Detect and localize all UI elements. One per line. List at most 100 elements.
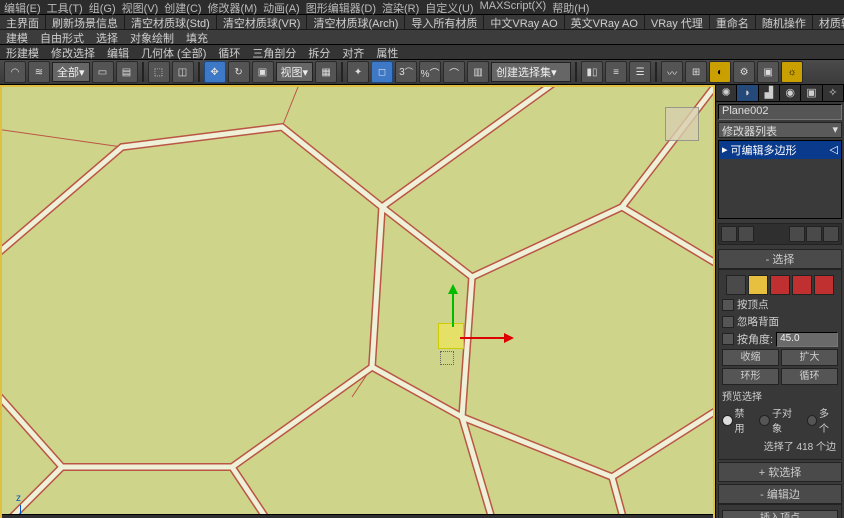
spinner-snap-icon[interactable]: ⌒	[443, 61, 465, 83]
preview-subobj-radio[interactable]	[759, 415, 770, 426]
ring-button[interactable]: 环形	[722, 368, 779, 385]
border-mode-icon[interactable]	[770, 275, 790, 295]
sub-item[interactable]: 对象绘制	[124, 30, 180, 44]
topmenu-item[interactable]: 渲染(R)	[382, 0, 419, 14]
by-vertex-checkbox[interactable]	[722, 299, 734, 311]
tabs-item[interactable]: 重命名	[710, 15, 756, 29]
preview-off-radio[interactable]	[722, 415, 733, 426]
selection-rollout[interactable]: - 选择	[718, 249, 842, 269]
modifier-list-combo[interactable]: 修改器列表▾	[718, 122, 842, 138]
tabs-item[interactable]: 随机操作	[756, 15, 813, 29]
named-sel-combo[interactable]: 创建选择集 ▾	[491, 62, 571, 82]
grow-button[interactable]: 扩大	[781, 349, 838, 366]
vertex-mode-icon[interactable]	[726, 275, 746, 295]
make-unique-icon[interactable]	[789, 226, 805, 242]
editedge-rollout[interactable]: - 编辑边	[718, 484, 842, 504]
rotate-icon[interactable]: ↻	[228, 61, 250, 83]
tabs-item[interactable]: 清空材质球(Arch)	[307, 15, 405, 29]
tabs-item[interactable]: 中文VRay AO	[484, 15, 564, 29]
motion-tab-icon[interactable]: ◉	[780, 85, 801, 101]
topmenu-item[interactable]: 自定义(U)	[425, 0, 473, 14]
by-angle-checkbox[interactable]	[722, 333, 734, 345]
modifier-stack[interactable]: ▸可编辑多边形◁	[718, 140, 842, 219]
tabs-item[interactable]: 清空材质球(VR)	[217, 15, 308, 29]
mirror-icon[interactable]: ▮▯	[581, 61, 603, 83]
select-name-icon[interactable]: ▤	[116, 61, 138, 83]
sub2-item[interactable]: 编辑	[101, 45, 135, 59]
shrink-button[interactable]: 收缩	[722, 349, 779, 366]
render-icon[interactable]: ☼	[781, 61, 803, 83]
schematic-icon[interactable]: ⊞	[685, 61, 707, 83]
tabs-item[interactable]: VRay 代理	[645, 15, 710, 29]
element-mode-icon[interactable]	[814, 275, 834, 295]
configure-icon[interactable]	[823, 226, 839, 242]
topmenu-item[interactable]: 工具(T)	[47, 0, 83, 14]
sub2-item[interactable]: 对齐	[336, 45, 370, 59]
curve-editor-icon[interactable]: 〰	[661, 61, 683, 83]
render-frame-icon[interactable]: ▣	[757, 61, 779, 83]
ref-coord-combo[interactable]: 视图 ▾	[276, 62, 314, 82]
topmenu-item[interactable]: 帮助(H)	[552, 0, 589, 14]
stack-expand-icon[interactable]: ▸	[722, 143, 728, 156]
hierarchy-tab-icon[interactable]: ▟	[759, 85, 780, 101]
tabs-item[interactable]: 导入所有材质	[405, 15, 484, 29]
loop-button[interactable]: 循环	[781, 368, 838, 385]
arc-rotate-icon[interactable]: ◠	[4, 61, 26, 83]
select-icon[interactable]: ▭	[92, 61, 114, 83]
display-tab-icon[interactable]: ▣	[801, 85, 822, 101]
render-setup-icon[interactable]: ⚙	[733, 61, 755, 83]
topmenu-item[interactable]: 修改器(M)	[208, 0, 258, 14]
sub2-item[interactable]: 形建模	[0, 45, 45, 59]
viewport[interactable]: z x 0 / 100	[0, 85, 715, 518]
pin-stack-icon[interactable]	[721, 226, 737, 242]
scale-icon[interactable]: ▣	[252, 61, 274, 83]
angle-snap-icon[interactable]: 3⌒	[395, 61, 417, 83]
create-tab-icon[interactable]: ✺	[716, 85, 737, 101]
sub-item[interactable]: 填充	[180, 30, 214, 44]
align-icon[interactable]: ≡	[605, 61, 627, 83]
viewcube[interactable]	[665, 107, 699, 141]
sub2-item[interactable]: 三角剖分	[246, 45, 302, 59]
sub2-item[interactable]: 循环	[212, 45, 246, 59]
angle-spinner[interactable]: 45.0	[776, 332, 838, 347]
remove-mod-icon[interactable]	[806, 226, 822, 242]
topmenu-item[interactable]: 组(G)	[89, 0, 116, 14]
sub-item[interactable]: 建模	[0, 30, 34, 44]
move-icon[interactable]: ✥	[204, 61, 226, 83]
preview-multi-radio[interactable]	[807, 415, 818, 426]
topmenu-item[interactable]: 编辑(E)	[4, 0, 41, 14]
material-editor-icon[interactable]: ◐	[709, 61, 731, 83]
wave-icon[interactable]: ≋	[28, 61, 50, 83]
sub-item[interactable]: 选择	[90, 30, 124, 44]
topmenu-item[interactable]: MAXScript(X)	[480, 0, 547, 14]
snap-toggle-icon[interactable]: ◻	[371, 61, 393, 83]
layers-icon[interactable]: ☰	[629, 61, 651, 83]
edge-mode-icon[interactable]	[748, 275, 768, 295]
insert-vertex-button[interactable]: 插入顶点	[722, 510, 838, 518]
polygon-mode-icon[interactable]	[792, 275, 812, 295]
sub2-item[interactable]: 拆分	[302, 45, 336, 59]
tabs-item[interactable]: 主界面	[0, 15, 46, 29]
ignore-backfacing-checkbox[interactable]	[722, 316, 734, 328]
rect-select-icon[interactable]: ⬚	[148, 61, 170, 83]
filter-combo[interactable]: 全部 ▾	[52, 62, 90, 82]
tabs-item[interactable]: 材质转换	[813, 15, 844, 29]
utilities-tab-icon[interactable]: ✧	[823, 85, 844, 101]
sub-item[interactable]: 自由形式	[34, 30, 90, 44]
topmenu-item[interactable]: 视图(V)	[122, 0, 159, 14]
edit-sel-set-icon[interactable]: ▥	[467, 61, 489, 83]
tabs-item[interactable]: 清空材质球(Std)	[125, 15, 217, 29]
pivot-icon[interactable]: ▦	[315, 61, 337, 83]
topmenu-item[interactable]: 创建(C)	[164, 0, 201, 14]
tabs-item[interactable]: 英文VRay AO	[565, 15, 645, 29]
manip-icon[interactable]: ✦	[347, 61, 369, 83]
percent-snap-icon[interactable]: %⌒	[419, 61, 441, 83]
tabs-item[interactable]: 刷新场景信息	[46, 15, 125, 29]
modify-tab-icon[interactable]: ◗	[737, 85, 758, 101]
softsel-rollout[interactable]: + 软选择	[718, 462, 842, 482]
object-name-field[interactable]: Plane002	[718, 104, 842, 120]
show-end-icon[interactable]	[738, 226, 754, 242]
pin-icon[interactable]: ◁	[830, 143, 838, 156]
sub2-item[interactable]: 修改选择	[45, 45, 101, 59]
sub2-item[interactable]: 几何体 (全部)	[135, 45, 212, 59]
